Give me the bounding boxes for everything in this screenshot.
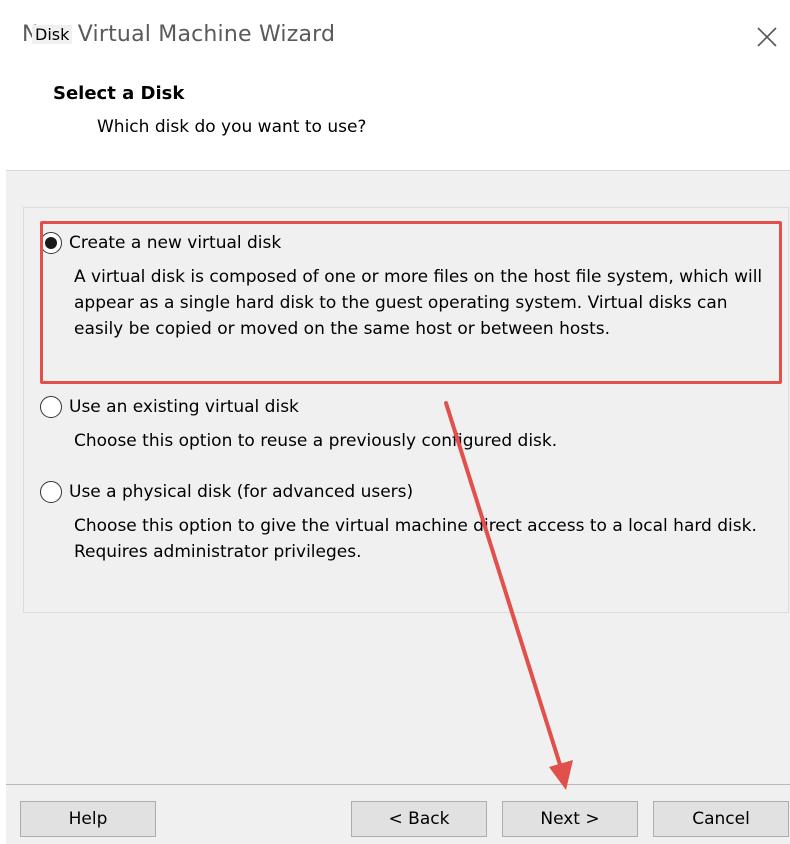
option-use-physical-disk: Use a physical disk (for advanced users)…: [40, 479, 780, 565]
radio-dot: [45, 237, 57, 249]
radio-button-selected[interactable]: [40, 232, 62, 254]
wizard-footer: Help < Back Next > Cancel: [6, 785, 790, 844]
back-button[interactable]: < Back: [351, 801, 487, 837]
option-description: Choose this option to give the virtual m…: [74, 516, 757, 562]
help-button[interactable]: Help: [20, 801, 156, 837]
option-description: A virtual disk is composed of one or mor…: [74, 267, 763, 339]
option-create-new-disk: Create a new virtual disk A virtual disk…: [40, 230, 780, 342]
title-bar: New Virtual Machine Wizard: [0, 0, 790, 76]
radio-button[interactable]: [40, 396, 62, 418]
step-subtitle: Which disk do you want to use?: [97, 117, 367, 137]
disk-group-legend: Disk: [32, 25, 73, 44]
option-use-existing-disk: Use an existing virtual disk Choose this…: [40, 394, 780, 454]
close-icon: [757, 27, 777, 47]
radio-button[interactable]: [40, 481, 62, 503]
step-title: Select a Disk: [53, 83, 185, 104]
option-label: Use an existing virtual disk: [69, 397, 299, 417]
option-description: Choose this option to reuse a previously…: [74, 431, 558, 451]
cancel-button[interactable]: Cancel: [653, 801, 789, 837]
option-label: Use a physical disk (for advanced users): [69, 482, 414, 502]
option-label: Create a new virtual disk: [69, 233, 282, 253]
wizard-header: Select a Disk Which disk do you want to …: [0, 76, 790, 170]
radio-use-physical-disk[interactable]: Use a physical disk (for advanced users): [40, 479, 780, 505]
radio-create-new-disk[interactable]: Create a new virtual disk: [40, 230, 780, 256]
next-button[interactable]: Next >: [502, 801, 638, 837]
close-button[interactable]: [752, 22, 782, 52]
radio-use-existing-disk[interactable]: Use an existing virtual disk: [40, 394, 780, 420]
